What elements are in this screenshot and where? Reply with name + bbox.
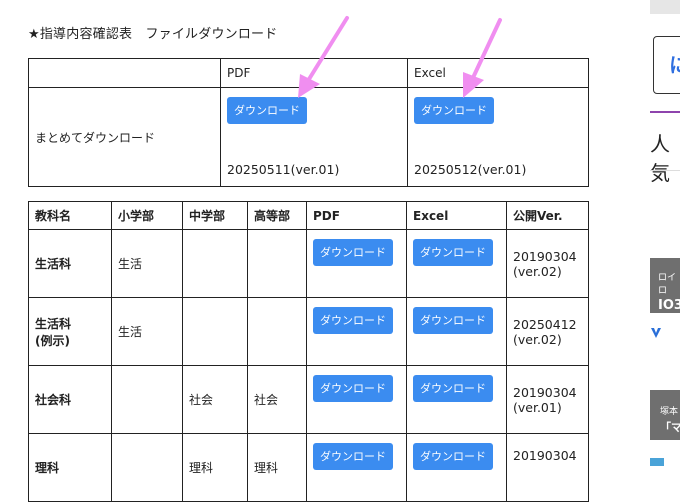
- version-date: 20250412: [513, 316, 577, 332]
- summary-row-label: まとめてダウンロード: [28, 87, 221, 187]
- senior-cell: 社会: [247, 365, 307, 434]
- summary-excel-version: 20250512(ver.01): [414, 162, 527, 177]
- summary-pdf-cell: ダウンロード 20250511(ver.01): [220, 87, 408, 187]
- excel-cell: ダウンロード: [406, 297, 507, 366]
- download-pdf-button[interactable]: ダウンロード: [313, 307, 393, 334]
- version-date: 20190304: [513, 248, 577, 264]
- download-pdf-button[interactable]: ダウンロード: [313, 239, 393, 266]
- sidebar-ad-card-2[interactable]: 塚本 「マ: [650, 390, 680, 440]
- col-header-excel: Excel: [406, 201, 507, 230]
- subject-name-line2: (例示): [35, 333, 70, 348]
- download-excel-button[interactable]: ダウンロード: [413, 239, 493, 266]
- sidebar-divider: [650, 111, 680, 113]
- download-excel-button[interactable]: ダウンロード: [413, 307, 493, 334]
- col-header-elementary: 小学部: [111, 201, 183, 230]
- version-date: 20190304: [513, 448, 577, 463]
- page-heading: ★指導内容確認表 ファイルダウンロード: [28, 27, 278, 42]
- subject-name: 生活科 (例示): [28, 297, 112, 366]
- ad2-line2: 「マ: [660, 421, 680, 434]
- ad2-line1: 塚本: [660, 407, 679, 417]
- col-header-version: 公開Ver.: [506, 201, 589, 230]
- subject-name: 理科: [28, 433, 112, 502]
- junior-cell: 理科: [182, 433, 248, 502]
- elementary-cell: [111, 365, 183, 434]
- excel-cell: ダウンロード: [406, 365, 507, 434]
- version-cell: 20190304 (ver.01): [506, 365, 589, 434]
- col-header-senior: 高等部: [247, 201, 307, 230]
- col-header-pdf: PDF: [306, 201, 407, 230]
- junior-cell: [182, 297, 248, 366]
- sidebar-ad-card-1[interactable]: ロイロ IO3: [650, 258, 680, 313]
- version-number: (ver.02): [513, 263, 562, 279]
- sidebar-divider-2: [650, 170, 680, 171]
- table-row: 生活科 (例示) 生活 ダウンロード ダウンロード 20250412 (ver.02…: [28, 297, 589, 366]
- elementary-cell: 生活: [111, 229, 183, 298]
- sidebar-top-banner[interactable]: [650, 0, 680, 14]
- table-row: 社会科 社会 社会 ダウンロード ダウンロード 20190304 (ver.01): [28, 365, 589, 434]
- subject-name-line1: 生活科: [35, 316, 72, 331]
- summary-excel-cell: ダウンロード 20250512(ver.01): [407, 87, 589, 187]
- subject-name: 生活科: [28, 229, 112, 298]
- annotation-arrow-pdf: [298, 16, 349, 98]
- col-header-subject: 教科名: [28, 201, 112, 230]
- elementary-cell: [111, 433, 183, 502]
- download-excel-button[interactable]: ダウンロード: [413, 375, 493, 402]
- sidebar-logo-icon: [650, 325, 662, 339]
- subject-download-table: 教科名 小学部 中学部 高等部 PDF Excel 公開Ver. 生活科 生活 …: [28, 201, 589, 502]
- table-row: 理科 理科 理科 ダウンロード ダウンロード 20190304: [28, 433, 589, 502]
- excel-cell: ダウンロード: [406, 229, 507, 298]
- pdf-cell: ダウンロード: [306, 229, 407, 298]
- subject-name: 社会科: [28, 365, 112, 434]
- senior-cell: [247, 297, 307, 366]
- pdf-cell: ダウンロード: [306, 433, 407, 502]
- junior-cell: [182, 229, 248, 298]
- senior-cell: 理科: [247, 433, 307, 502]
- version-date: 20190304: [513, 384, 577, 400]
- col-header-junior: 中学部: [182, 201, 248, 230]
- annotation-arrow-excel: [463, 18, 502, 98]
- sidebar-widget-box[interactable]: に: [653, 36, 680, 94]
- version-cell: 20190304: [506, 433, 589, 502]
- excel-cell: ダウンロード: [406, 433, 507, 502]
- version-cell: 20250412 (ver.02): [506, 297, 589, 366]
- ad1-line1: ロイロ: [658, 273, 677, 296]
- sidebar-widget-glyph: に: [669, 53, 680, 77]
- sidebar-thumbnail[interactable]: [650, 458, 664, 466]
- ad1-line2: IO3: [658, 298, 680, 313]
- version-number: (ver.02): [513, 331, 562, 347]
- pdf-cell: ダウンロード: [306, 365, 407, 434]
- pdf-cell: ダウンロード: [306, 297, 407, 366]
- sidebar-ranking-title: 人気: [650, 132, 670, 185]
- summary-header-empty: [28, 58, 221, 88]
- elementary-cell: 生活: [111, 297, 183, 366]
- junior-cell: 社会: [182, 365, 248, 434]
- senior-cell: [247, 229, 307, 298]
- version-cell: 20190304 (ver.02): [506, 229, 589, 298]
- download-pdf-button[interactable]: ダウンロード: [313, 375, 393, 402]
- table-row: 生活科 生活 ダウンロード ダウンロード 20190304 (ver.02): [28, 229, 589, 298]
- version-number: (ver.01): [513, 399, 562, 415]
- summary-pdf-version: 20250511(ver.01): [227, 162, 340, 177]
